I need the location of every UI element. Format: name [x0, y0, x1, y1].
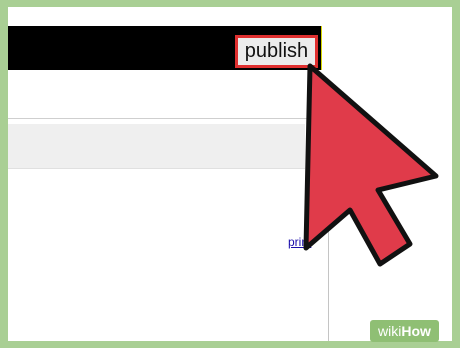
- publish-button[interactable]: publish: [235, 35, 318, 68]
- wikihow-watermark: wikiHow: [370, 320, 439, 342]
- column-divider: [328, 125, 329, 341]
- print-link[interactable]: print: [288, 235, 311, 249]
- divider: [8, 118, 308, 119]
- screen: publish print: [8, 7, 452, 341]
- content-header-band: [8, 124, 305, 169]
